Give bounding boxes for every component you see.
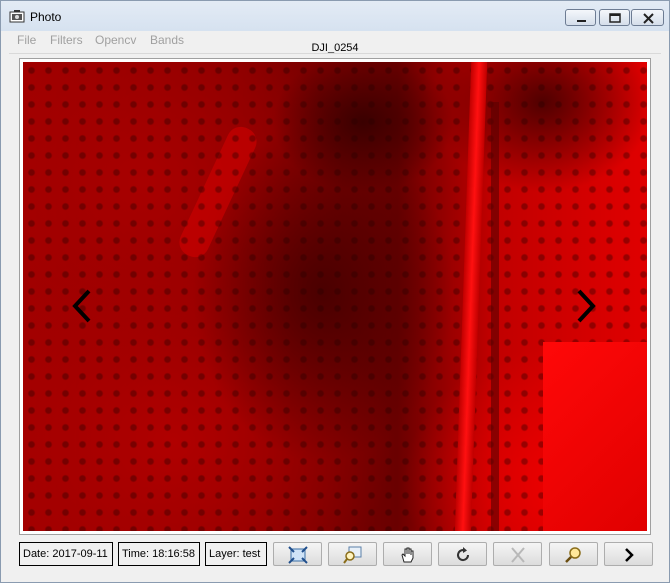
maximize-button[interactable]	[599, 9, 630, 26]
photo-frame	[19, 58, 651, 535]
aerial-photo[interactable]	[23, 62, 647, 531]
next-button[interactable]	[604, 542, 653, 566]
rotate-icon	[457, 547, 470, 562]
layer-status: Layer: test	[205, 542, 267, 566]
photo-texture	[491, 102, 499, 531]
zoom-in-button[interactable]	[328, 542, 377, 566]
fit-to-window-icon	[288, 546, 308, 564]
zoom-search-button[interactable]	[549, 542, 598, 566]
zoom-in-icon	[343, 546, 362, 564]
close-icon	[643, 13, 654, 24]
fit-to-window-button[interactable]	[273, 542, 322, 566]
photo-texture	[543, 342, 647, 531]
menu-divider	[9, 53, 661, 54]
minimize-button[interactable]	[565, 9, 596, 26]
pan-hand-icon	[401, 547, 414, 563]
rotate-button[interactable]	[438, 542, 487, 566]
cancel-button[interactable]	[493, 542, 542, 566]
close-button[interactable]	[631, 9, 664, 26]
cancel-x-icon	[511, 547, 525, 563]
zoom-search-icon	[565, 547, 581, 563]
app-icon	[9, 10, 25, 23]
photo-window: Photo File Filters Opencv Bands DJI_0254	[0, 0, 670, 583]
window-title: Photo	[30, 10, 62, 24]
minimize-icon	[577, 20, 586, 22]
next-photo-arrow-icon[interactable]	[573, 288, 599, 324]
date-status: Date: 2017-09-11	[19, 542, 113, 566]
next-chevron-icon	[625, 548, 634, 562]
previous-photo-arrow-icon[interactable]	[69, 288, 95, 324]
pan-button[interactable]	[383, 542, 432, 566]
maximize-icon	[609, 13, 621, 23]
time-status: Time: 18:16:58	[118, 542, 200, 566]
title-bar[interactable]: Photo	[1, 1, 669, 31]
